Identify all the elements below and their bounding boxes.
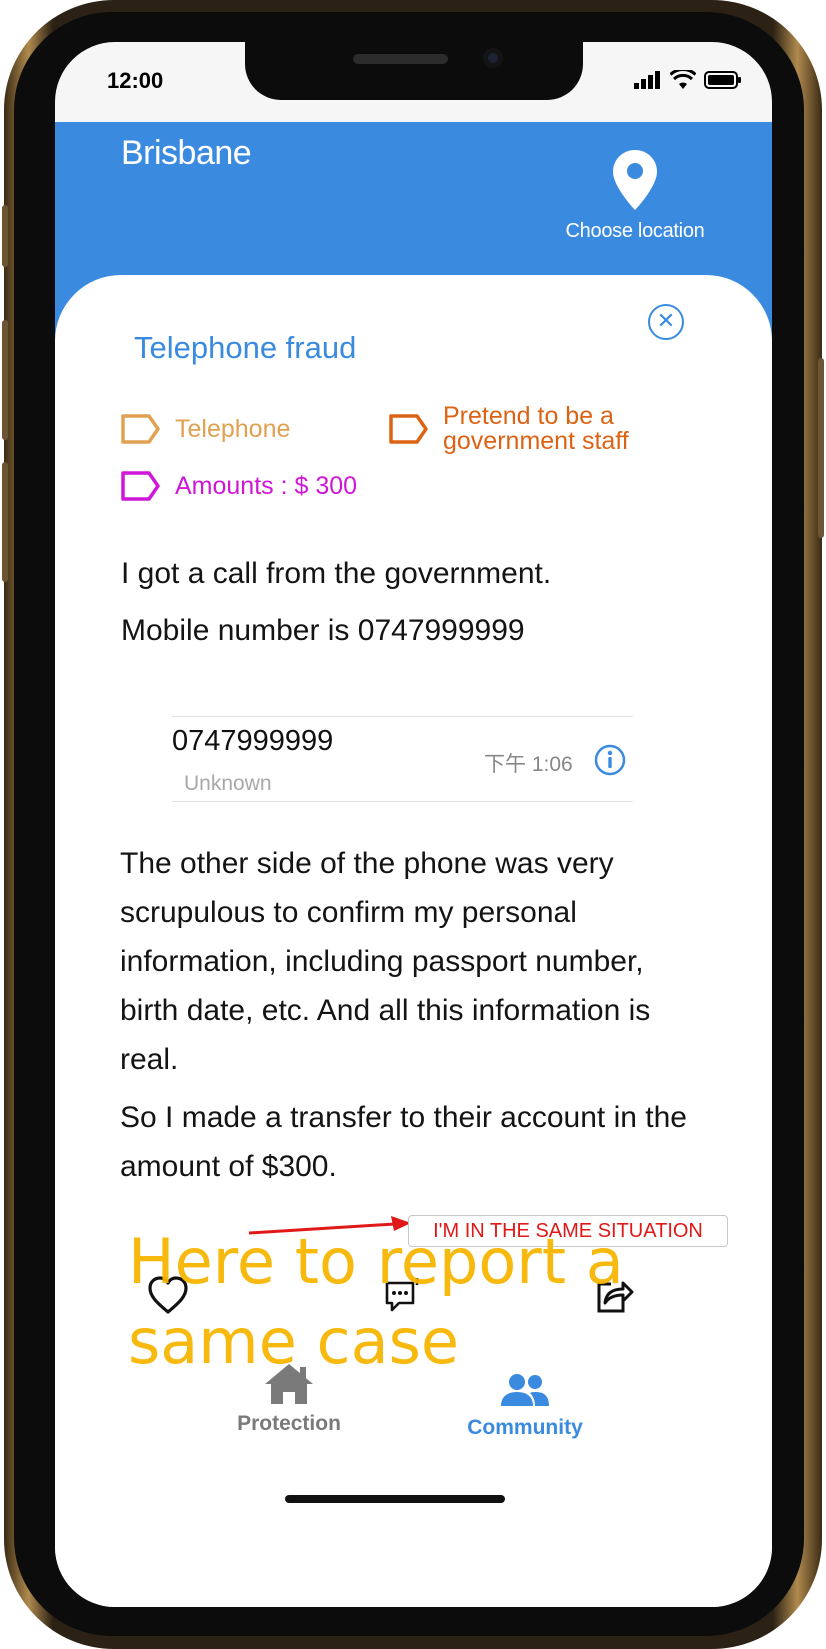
tag-label: Pretend to be a government staff bbox=[443, 404, 629, 454]
close-icon: ✕ bbox=[656, 309, 676, 334]
call-number: 0747999999 bbox=[172, 725, 334, 757]
call-record: 0747999999 Unknown 下午 1:06 bbox=[172, 716, 633, 802]
overlay-line-1: Here to report a bbox=[128, 1225, 624, 1298]
notch bbox=[245, 42, 583, 100]
tag-label-line1: Pretend to be a bbox=[443, 402, 614, 430]
post-body-1: The other side of the phone was very scr… bbox=[120, 847, 651, 1076]
tag-government-staff[interactable]: Pretend to be a government staff bbox=[389, 404, 629, 454]
post-intro: I got a call from the government. Mobile… bbox=[121, 545, 681, 659]
signal-icon bbox=[634, 71, 660, 89]
location-pin-icon bbox=[613, 150, 657, 210]
overlay-line-2: same case bbox=[128, 1305, 460, 1378]
choose-location-button[interactable]: Choose location bbox=[560, 150, 710, 243]
tag-icon bbox=[121, 414, 160, 444]
home-indicator bbox=[285, 1495, 505, 1503]
tag-label: Telephone bbox=[175, 414, 291, 443]
call-time: 下午 1:06 bbox=[484, 753, 573, 776]
volume-up-button bbox=[2, 320, 8, 440]
choose-location-label: Choose location bbox=[565, 220, 705, 242]
status-icons bbox=[634, 70, 742, 90]
intro-line-1: I got a call from the government. bbox=[121, 557, 552, 590]
tab-label: Community bbox=[467, 1416, 583, 1439]
tag-telephone[interactable]: Telephone bbox=[121, 414, 290, 444]
battery-icon bbox=[704, 71, 741, 89]
volume-down-button bbox=[2, 462, 8, 582]
post-body-2: So I made a transfer to their account in… bbox=[120, 1101, 687, 1183]
close-button[interactable]: ✕ bbox=[648, 304, 684, 340]
tag-amount[interactable]: Amounts : $ 300 bbox=[121, 471, 357, 501]
front-camera bbox=[483, 48, 503, 68]
power-button bbox=[818, 358, 824, 538]
tag-icon bbox=[389, 414, 428, 444]
city-name: Brisbane bbox=[121, 134, 252, 172]
status-time: 12:00 bbox=[107, 68, 164, 93]
tag-icon bbox=[121, 471, 160, 501]
annotation-overlay-text: Here to report a same case bbox=[128, 1222, 688, 1382]
speaker bbox=[353, 54, 448, 64]
tab-label: Protection bbox=[237, 1412, 341, 1435]
post-title: Telephone fraud bbox=[134, 330, 357, 365]
wifi-icon bbox=[670, 70, 696, 89]
mute-switch bbox=[2, 205, 8, 267]
intro-line-2: Mobile number is 0747999999 bbox=[121, 614, 525, 647]
tab-community[interactable]: Community bbox=[445, 1372, 605, 1440]
call-label: Unknown bbox=[184, 772, 272, 795]
info-icon[interactable] bbox=[594, 744, 626, 776]
tag-label-line2: government staff bbox=[443, 427, 629, 455]
tag-label: Amounts : $ 300 bbox=[175, 471, 358, 500]
